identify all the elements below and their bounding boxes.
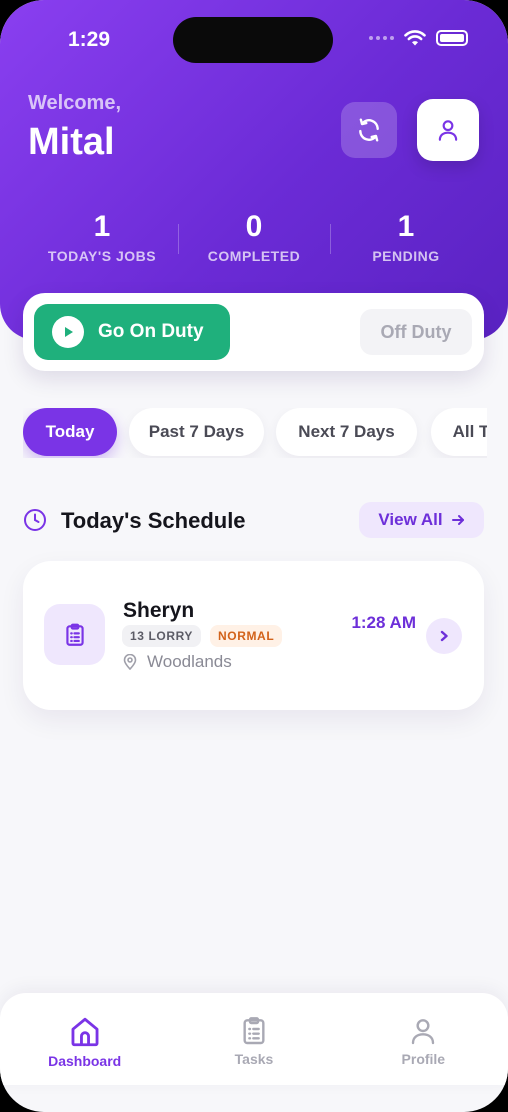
job-location: Woodlands [123,652,232,672]
nav-label: Profile [401,1051,446,1067]
play-icon [52,316,84,348]
user-name: Mital [28,121,115,163]
schedule-header: Today's Schedule View All [23,502,484,538]
priority-badge: NORMAL [210,625,283,647]
vehicle-tag: 13 LORRY [122,625,202,647]
filter-next-7-days[interactable]: Next 7 Days [276,408,417,456]
job-card[interactable]: Sheryn 13 LORRY NORMAL Woodlands 1:28 AM [23,561,484,710]
job-customer-name: Sheryn [123,599,195,622]
clock-icon [24,509,46,531]
wifi-icon [404,30,426,46]
job-time: 1:28 AM [351,613,416,632]
nav-dashboard[interactable]: Dashboard [0,993,169,1085]
refresh-icon [359,118,379,142]
filter-past-7-days[interactable]: Past 7 Days [129,408,264,456]
user-icon [438,120,458,141]
stat-value: 1 [397,210,415,243]
clipboard-icon [44,604,105,665]
view-all-label: View All [378,510,443,529]
go-on-duty-label: Go On Duty [98,321,204,342]
status-icons [369,30,468,46]
location-pin-icon [123,654,137,670]
nav-profile[interactable]: Profile [339,993,508,1085]
stat-value: 1 [93,210,111,243]
chevron-right-icon[interactable] [426,618,462,654]
filter-today[interactable]: Today [23,408,117,456]
dynamic-island [173,17,333,63]
bottom-nav: Dashboard Tasks Profile [0,993,508,1085]
status-time: 1:29 [68,28,111,51]
stat-value: 0 [245,210,263,243]
stat-completed: 0 COMPLETED [178,210,330,264]
section-title: Today's Schedule [61,508,246,533]
stats-row: 1 TODAY'S JOBS 0 COMPLETED 1 PENDING [26,210,482,264]
signal-icon [369,36,394,40]
stat-todays-jobs: 1 TODAY'S JOBS [26,210,178,264]
nav-label: Tasks [234,1051,274,1067]
clipboard-icon [243,1017,265,1045]
date-filter-chips: Today Past 7 Days Next 7 Days All T [23,408,487,458]
stat-label: COMPLETED [207,248,301,264]
stat-label: PENDING [372,248,440,264]
refresh-button[interactable] [341,102,397,158]
go-on-duty-button[interactable]: Go On Duty [34,304,230,360]
arrow-right-icon [451,515,464,525]
duty-toggle-card: Go On Duty Off Duty [23,293,484,371]
off-duty-button[interactable]: Off Duty [360,309,472,355]
view-all-button[interactable]: View All [359,502,484,538]
stat-pending: 1 PENDING [330,210,482,264]
stat-label: TODAY'S JOBS [47,248,157,264]
battery-icon [436,30,468,46]
welcome-text: Welcome, [28,92,121,114]
nav-label: Dashboard [48,1053,122,1069]
user-icon [412,1019,435,1045]
home-icon [71,1017,99,1047]
profile-button[interactable] [417,99,479,161]
job-location-text: Woodlands [147,652,232,671]
filter-all-time[interactable]: All T [431,408,487,456]
nav-tasks[interactable]: Tasks [169,993,338,1085]
app-screen: 1:29 Welcome, Mital 1 TODAY'S JOBS 0 COM… [0,0,508,1112]
header: 1:29 Welcome, Mital 1 TODAY'S JOBS 0 COM… [0,0,508,340]
off-duty-label: Off Duty [380,321,452,342]
